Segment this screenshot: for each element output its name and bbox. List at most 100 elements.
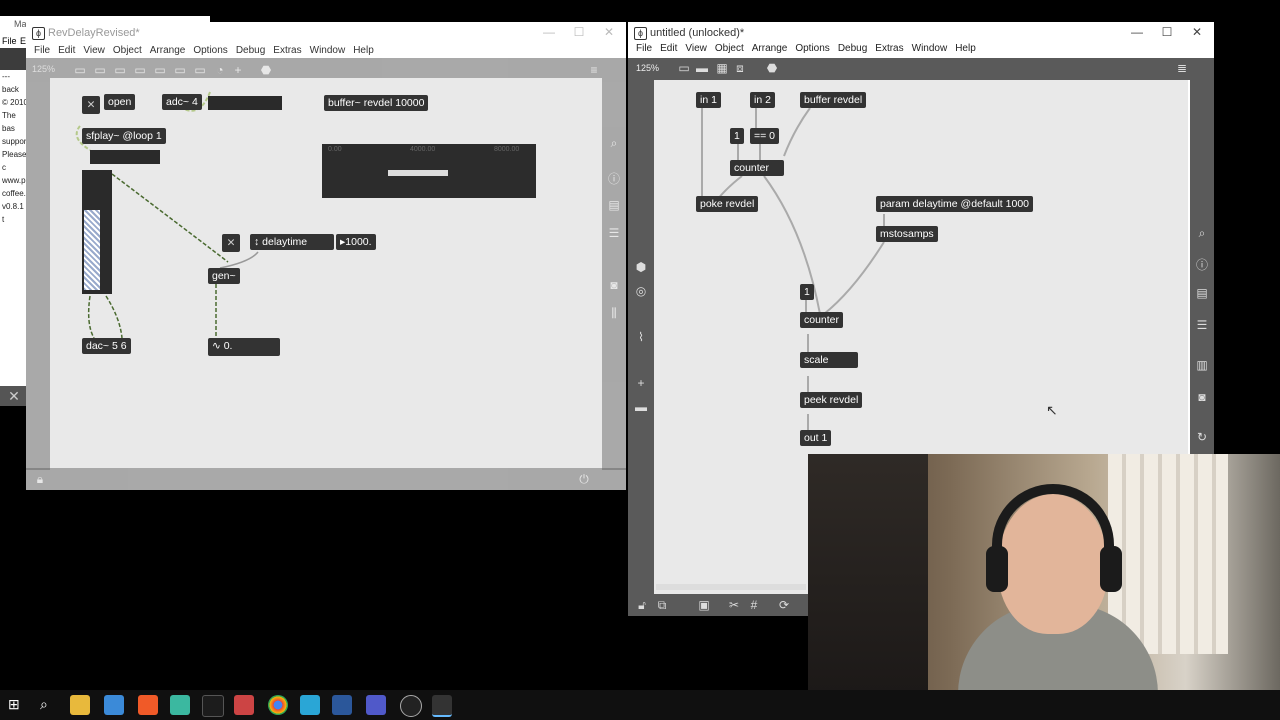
poke-object[interactable]: poke revdel: [696, 196, 759, 212]
menu-debug[interactable]: Debug: [838, 42, 867, 56]
menu-file[interactable]: File: [636, 42, 652, 56]
list-icon[interactable]: ≡: [586, 63, 602, 77]
mstosamps-object[interactable]: mstosamps: [876, 226, 938, 242]
constant-one-object[interactable]: 1: [800, 284, 814, 300]
book-icon[interactable]: ▥: [1194, 358, 1210, 372]
open-message[interactable]: open: [104, 94, 136, 110]
vpn-icon[interactable]: [202, 695, 224, 717]
maximize-button[interactable]: ☐: [1152, 25, 1182, 41]
info-icon[interactable]: ⓘ: [606, 170, 622, 187]
panel-icon[interactable]: ▤: [606, 198, 622, 212]
info-icon[interactable]: ⓘ: [1194, 256, 1210, 273]
chrome-icon[interactable]: [268, 695, 288, 715]
sfplay-object[interactable]: sfplay~ @loop 1: [82, 128, 166, 144]
lock-icon[interactable]: 🔒︎: [32, 472, 48, 487]
menu-help[interactable]: Help: [353, 44, 374, 58]
gain-slider[interactable]: [82, 170, 112, 294]
buffer-object[interactable]: buffer~ revdel 10000: [324, 95, 429, 111]
list-icon[interactable]: ☰: [1194, 318, 1210, 332]
list-icon[interactable]: ≣: [1174, 61, 1190, 75]
background-menu-file[interactable]: File: [2, 36, 17, 46]
minus-icon[interactable]: ▬: [633, 400, 649, 414]
windows-start-icon[interactable]: ⊞: [8, 696, 20, 713]
mail-icon[interactable]: [104, 695, 124, 715]
grid-icon[interactable]: #: [746, 598, 762, 612]
search-icon[interactable]: ⌕: [606, 136, 622, 151]
close-button[interactable]: ✕: [1182, 25, 1212, 41]
signal-number-box[interactable]: ∿ 0.: [208, 338, 280, 356]
menu-view[interactable]: View: [685, 42, 707, 56]
menu-edit[interactable]: Edit: [58, 44, 75, 58]
adc-object[interactable]: adc~ 4: [162, 94, 202, 110]
paint-bucket-icon[interactable]: ⬣: [764, 61, 780, 75]
grid-icon[interactable]: ▦: [714, 61, 730, 75]
waveform-display[interactable]: 0.00 4000.00 8000.00: [322, 144, 536, 198]
target-icon[interactable]: ◎: [633, 284, 649, 298]
menu-extras[interactable]: Extras: [273, 44, 301, 58]
mixer-icon[interactable]: ⫼: [606, 306, 622, 321]
menu-debug[interactable]: Debug: [236, 44, 265, 58]
gen-object[interactable]: gen~: [208, 268, 240, 284]
minimize-button[interactable]: —: [534, 25, 564, 41]
toolbar-icon[interactable]: ▭: [132, 63, 148, 77]
delay-number-box[interactable]: ▸1000.: [336, 234, 376, 250]
toolbar-icon[interactable]: ◔: [212, 63, 228, 77]
param-object[interactable]: param delaytime @default 1000: [876, 196, 1033, 212]
app-icon[interactable]: [400, 695, 422, 717]
menu-help[interactable]: Help: [955, 42, 976, 56]
menu-extras[interactable]: Extras: [875, 42, 903, 56]
menu-options[interactable]: Options: [795, 42, 829, 56]
menu-arrange[interactable]: Arrange: [752, 42, 788, 56]
menu-window[interactable]: Window: [912, 42, 948, 56]
menu-object[interactable]: Object: [113, 44, 142, 58]
search-icon[interactable]: ⌕: [1194, 226, 1210, 241]
brave-icon[interactable]: [138, 695, 158, 715]
layers-icon[interactable]: ▣: [696, 598, 712, 612]
menu-arrange[interactable]: Arrange: [150, 44, 186, 58]
delaytime-label[interactable]: ↕ delaytime: [250, 234, 334, 250]
toolbar-icon[interactable]: ▭: [112, 63, 128, 77]
constant-one-object[interactable]: 1: [730, 128, 744, 144]
paperclip-icon[interactable]: ⌇: [633, 330, 649, 344]
menu-window[interactable]: Window: [310, 44, 346, 58]
counter-object[interactable]: counter: [730, 160, 784, 176]
plus-icon[interactable]: +: [633, 376, 649, 390]
peek-object[interactable]: peek revdel: [800, 392, 863, 408]
menu-file[interactable]: File: [34, 44, 50, 58]
paint-bucket-icon[interactable]: ⬣: [258, 63, 274, 77]
toolbar-icon[interactable]: ▭: [192, 63, 208, 77]
toggle-box[interactable]: ✕: [82, 96, 100, 114]
app-icon[interactable]: [300, 695, 320, 715]
close-button[interactable]: ✕: [594, 25, 624, 41]
menu-edit[interactable]: Edit: [660, 42, 677, 56]
comment-icon[interactable]: ▬: [694, 61, 710, 75]
lock-icon[interactable]: 🔓︎: [634, 598, 650, 613]
app-icon[interactable]: [170, 695, 190, 715]
toolbar-icon[interactable]: ▭: [92, 63, 108, 77]
menu-options[interactable]: Options: [193, 44, 227, 58]
counter-object[interactable]: counter: [800, 312, 844, 328]
app-icon[interactable]: [234, 695, 254, 715]
refresh-icon[interactable]: ↻: [1194, 430, 1210, 444]
word-icon[interactable]: [332, 695, 352, 715]
dac-object[interactable]: dac~ 5 6: [82, 338, 131, 354]
left-patcher-canvas[interactable]: ✕ open adc~ 4 buffer~ revdel 10000 sfpla…: [50, 78, 602, 468]
out1-object[interactable]: out 1: [800, 430, 832, 446]
debug-icon[interactable]: ✂: [726, 598, 742, 612]
package-icon[interactable]: ⬢: [633, 260, 649, 274]
close-icon[interactable]: ✕: [0, 386, 28, 406]
in2-object[interactable]: in 2: [750, 92, 775, 108]
teams-icon[interactable]: [366, 695, 386, 715]
edit-icon[interactable]: ⧉: [654, 598, 670, 613]
zoom-level[interactable]: 125%: [32, 64, 55, 74]
toolbar-icon[interactable]: ▭: [152, 63, 168, 77]
buffer-object[interactable]: buffer revdel: [800, 92, 867, 108]
in1-object[interactable]: in 1: [696, 92, 721, 108]
file-explorer-icon[interactable]: [70, 695, 90, 715]
camera-icon[interactable]: ◙: [1194, 390, 1210, 404]
camera-icon[interactable]: ◙: [606, 278, 622, 292]
list-icon[interactable]: ☰: [606, 226, 622, 240]
zoom-level[interactable]: 125%: [636, 63, 659, 73]
toolbar-icon[interactable]: ▭: [72, 63, 88, 77]
refresh-icon[interactable]: ⟳: [776, 598, 792, 612]
